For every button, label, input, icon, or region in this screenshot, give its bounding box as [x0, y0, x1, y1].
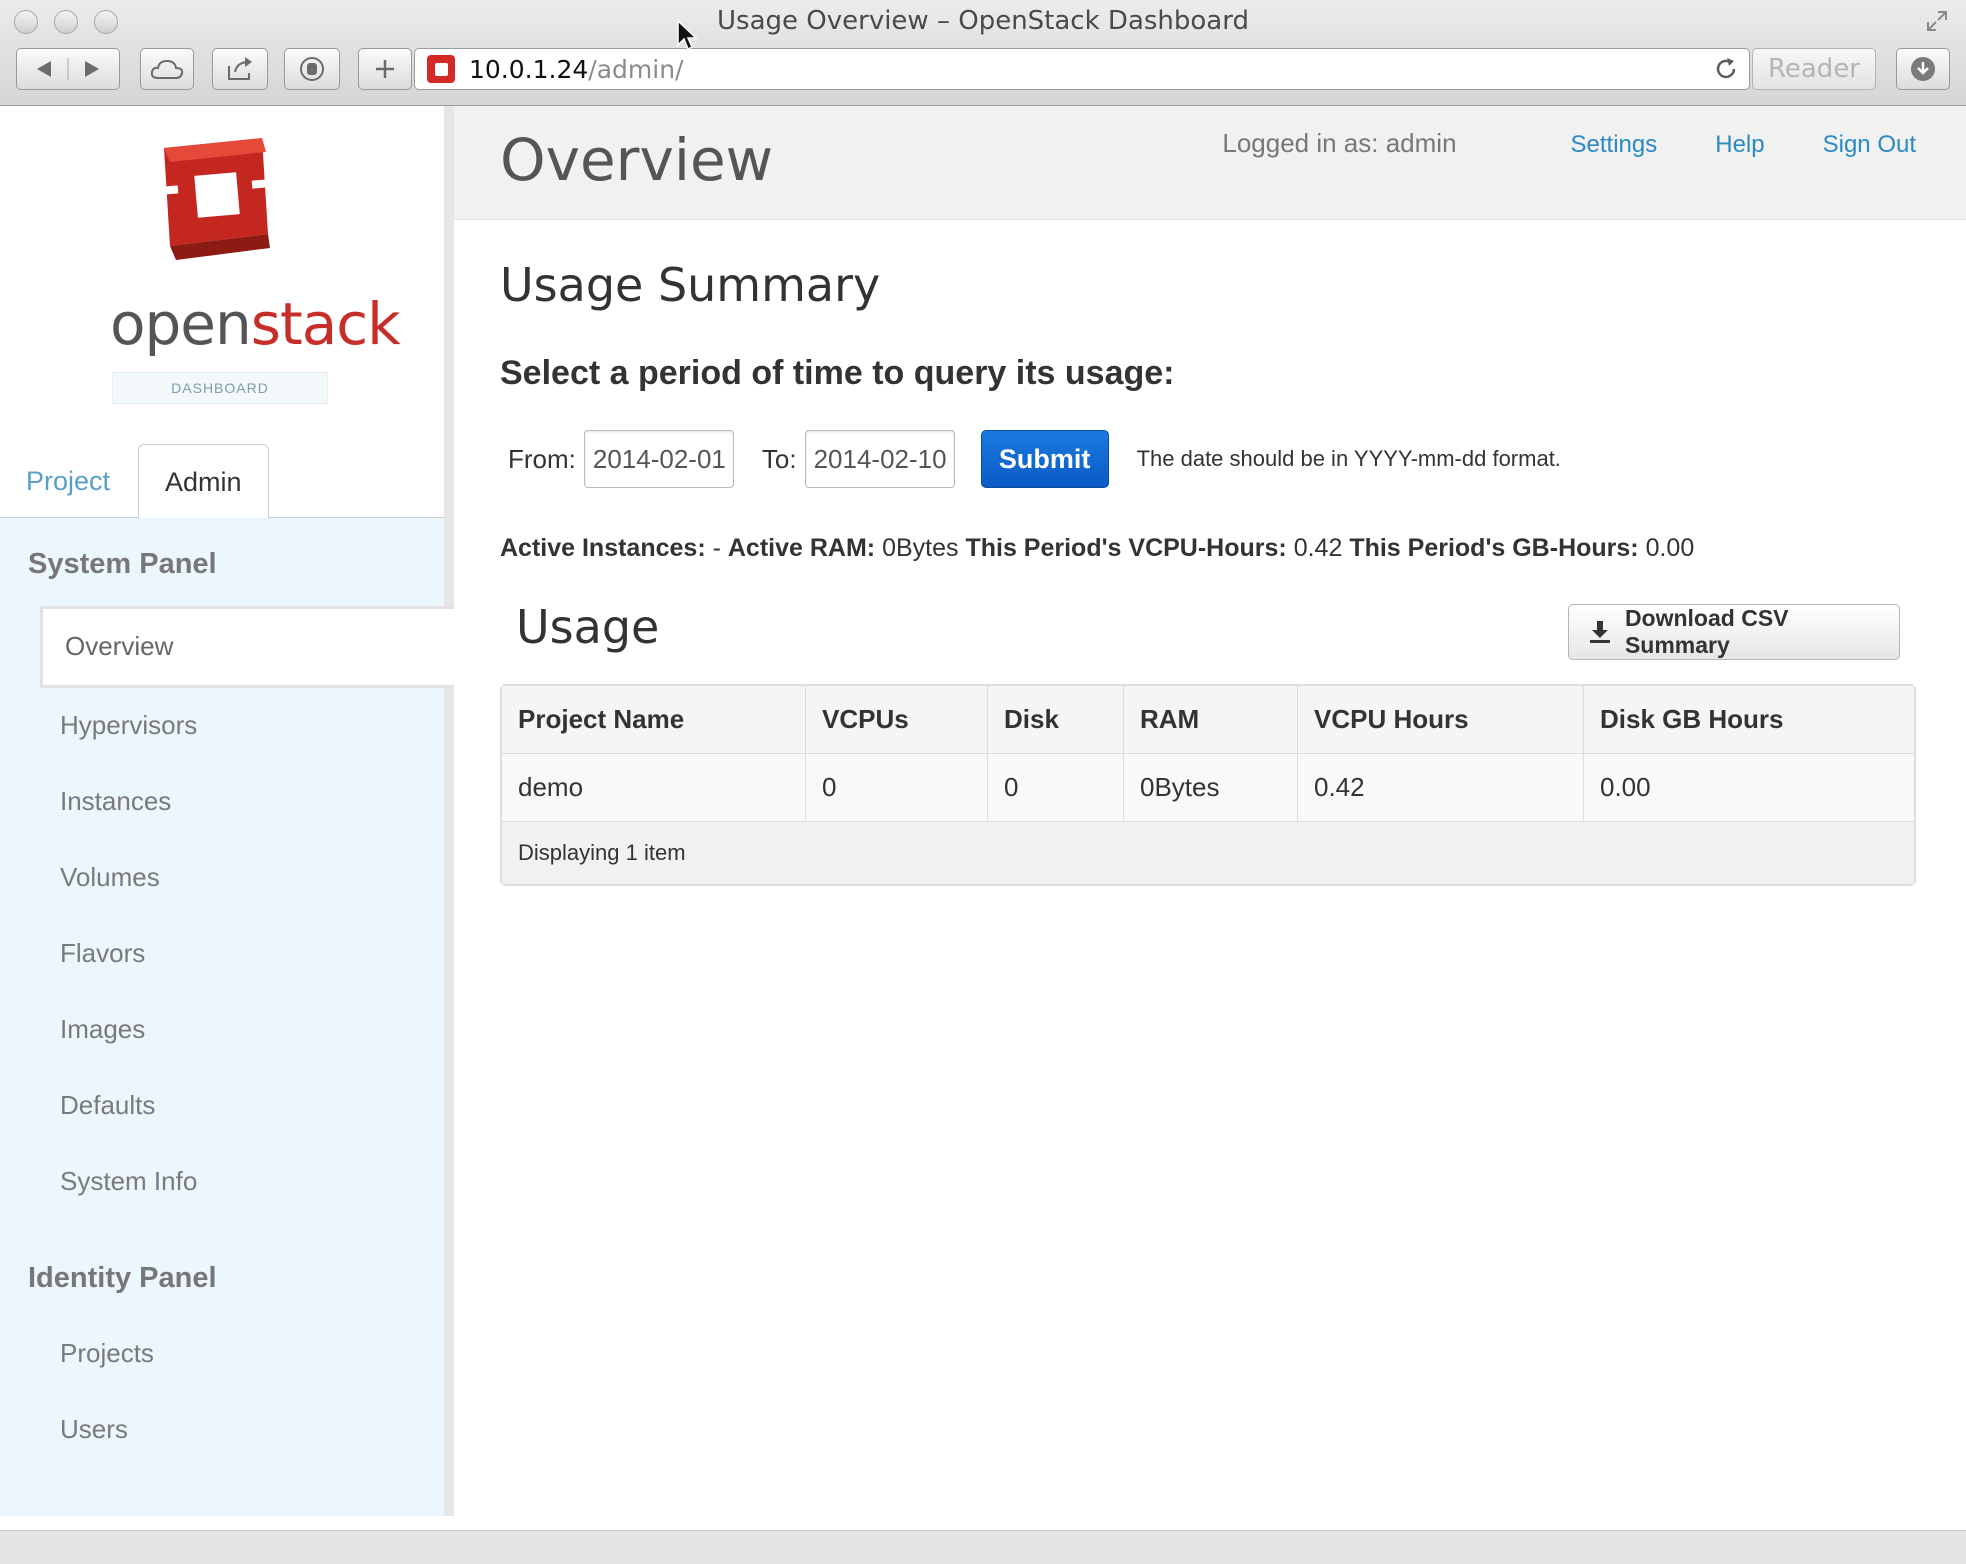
- sidebar-item-projects[interactable]: Projects: [60, 1338, 154, 1369]
- column-header-vcpu-hours[interactable]: VCPU Hours: [1298, 686, 1584, 754]
- column-header-disk[interactable]: Disk: [988, 686, 1124, 754]
- from-label: From:: [508, 443, 576, 474]
- download-csv-button[interactable]: Download CSV Summary: [1568, 604, 1900, 660]
- browser-status-bar: [0, 1530, 1966, 1564]
- block-popups-icon[interactable]: [284, 48, 340, 90]
- icloud-tabs-button[interactable]: [140, 48, 194, 90]
- openstack-logo-icon: [163, 138, 270, 260]
- share-button[interactable]: [212, 48, 268, 90]
- user-info: Logged in as: admin Settings Help Sign O…: [1222, 128, 1916, 159]
- settings-link[interactable]: Settings: [1571, 131, 1658, 159]
- usage-heading: Usage: [516, 600, 660, 654]
- sidebar-item-defaults[interactable]: Defaults: [60, 1090, 155, 1121]
- address-bar[interactable]: 10.0.1.24/admin/: [414, 48, 1750, 90]
- identity-panel-heading[interactable]: Identity Panel: [28, 1262, 217, 1295]
- openstack-logo[interactable]: openstack DASHBOARD: [110, 134, 401, 414]
- help-link[interactable]: Help: [1715, 131, 1764, 159]
- download-csv-label: Download CSV Summary: [1624, 605, 1789, 658]
- system-panel-heading[interactable]: System Panel: [28, 548, 217, 581]
- usage-table: Project Name VCPUs Disk RAM VCPU Hours D…: [500, 684, 1916, 886]
- cell-project-name: demo: [502, 754, 806, 822]
- browser-toolbar: Usage Overview – OpenStack Dashboard 10.…: [0, 0, 1966, 106]
- vcpu-hours-label: This Period's VCPU-Hours:: [965, 534, 1287, 562]
- sidebar-divider: [444, 106, 454, 1516]
- fullscreen-icon[interactable]: [1924, 8, 1950, 34]
- cell-vcpus: 0: [806, 754, 988, 822]
- dashboard-tabs: Project Admin: [0, 444, 444, 519]
- submit-button[interactable]: Submit: [980, 430, 1109, 488]
- url-host: 10.0.1.24: [469, 54, 589, 84]
- back-forward-buttons[interactable]: [16, 48, 120, 90]
- tab-admin[interactable]: Admin: [138, 444, 269, 519]
- from-date-input[interactable]: 2014-02-01: [583, 430, 734, 488]
- usage-summary-heading: Usage Summary: [500, 258, 881, 312]
- sidebar-item-label: Overview: [65, 631, 174, 661]
- sign-out-link[interactable]: Sign Out: [1823, 131, 1916, 159]
- to-date-input[interactable]: 2014-02-10: [804, 430, 955, 488]
- logo-wordmark: openstack: [110, 290, 401, 358]
- table-header-row: Project Name VCPUs Disk RAM VCPU Hours D…: [502, 686, 1914, 754]
- sidebar-item-overview[interactable]: Overview: [40, 606, 454, 688]
- column-header-disk-gb-hours[interactable]: Disk GB Hours: [1584, 686, 1914, 754]
- new-tab-button[interactable]: [358, 48, 412, 90]
- page-title: Overview: [500, 126, 774, 194]
- sidebar-item-users[interactable]: Users: [60, 1414, 128, 1445]
- sidebar-item-instances[interactable]: Instances: [60, 786, 171, 817]
- cell-ram: 0Bytes: [1124, 754, 1298, 822]
- sidebar-item-flavors[interactable]: Flavors: [60, 938, 145, 969]
- column-header-project-name[interactable]: Project Name: [502, 686, 806, 754]
- column-header-vcpus[interactable]: VCPUs: [806, 686, 988, 754]
- url-path: /admin/: [588, 54, 684, 84]
- gb-hours-label: This Period's GB-Hours:: [1349, 534, 1639, 562]
- usage-stats: Active Instances: - Active RAM: 0Bytes T…: [500, 534, 1694, 563]
- openstack-favicon-icon: [427, 55, 455, 83]
- downloads-icon[interactable]: [1896, 48, 1950, 90]
- table-item-count: Displaying 1 item: [502, 822, 1914, 884]
- cell-disk-gb-hours: 0.00: [1584, 754, 1914, 822]
- tab-project[interactable]: Project: [0, 444, 136, 518]
- reload-icon[interactable]: [1713, 56, 1739, 82]
- table-row: demo 0 0 0Bytes 0.42 0.00: [502, 754, 1914, 822]
- cell-disk: 0: [988, 754, 1124, 822]
- url-text[interactable]: 10.0.1.24/admin/: [469, 55, 683, 84]
- gb-hours-value: 0.00: [1645, 534, 1695, 562]
- sidebar-item-images[interactable]: Images: [60, 1014, 145, 1045]
- sidebar-item-volumes[interactable]: Volumes: [60, 862, 160, 893]
- to-label: To:: [761, 443, 797, 474]
- sidebar-item-hypervisors[interactable]: Hypervisors: [60, 710, 197, 741]
- window-title: Usage Overview – OpenStack Dashboard: [717, 6, 1249, 36]
- active-instances-label: Active Instances:: [500, 534, 706, 562]
- active-instances-value: -: [712, 534, 721, 562]
- cell-vcpu-hours: 0.42: [1298, 754, 1584, 822]
- download-icon: [1589, 621, 1610, 643]
- reader-button[interactable]: Reader: [1752, 48, 1876, 90]
- sidebar-item-system-info[interactable]: System Info: [60, 1166, 197, 1197]
- logged-in-label: Logged in as: admin: [1222, 128, 1457, 158]
- active-ram-label: Active RAM:: [727, 534, 876, 562]
- active-ram-value: 0Bytes: [882, 534, 959, 562]
- query-period-heading: Select a period of time to query its usa…: [500, 354, 1175, 392]
- column-header-ram[interactable]: RAM: [1124, 686, 1298, 754]
- page-header: Overview Logged in as: admin Settings He…: [454, 106, 1966, 220]
- date-format-hint: The date should be in YYYY-mm-dd format.: [1136, 446, 1561, 471]
- date-range-form: From: 2014-02-01 To: 2014-02-10 Submit T…: [508, 430, 1561, 488]
- logo-subtitle: DASHBOARD: [112, 372, 328, 404]
- table-footer-row: Displaying 1 item: [502, 822, 1914, 884]
- vcpu-hours-value: 0.42: [1293, 534, 1343, 562]
